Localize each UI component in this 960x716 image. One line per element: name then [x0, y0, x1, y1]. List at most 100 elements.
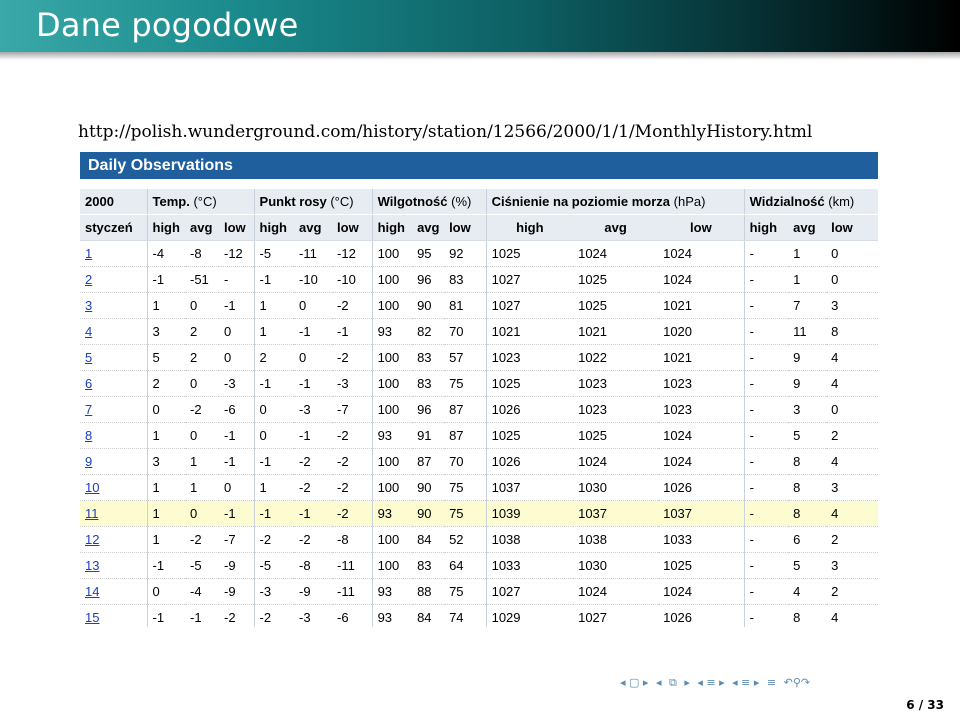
dewpoint-cell: -10 [332, 266, 373, 293]
temp-cell: -7 [219, 526, 255, 553]
day-link[interactable]: 7 [85, 402, 92, 417]
pressure-cell: 1025 [486, 370, 574, 397]
nav-align-icon[interactable]: ≡ [767, 676, 776, 689]
dewpoint-cell: -2 [294, 448, 333, 475]
temp-cell: 1 [147, 526, 185, 553]
pressure-cell: 1022 [573, 344, 659, 371]
humidity-cell: 96 [412, 266, 445, 293]
visibility-cell: - [744, 526, 789, 553]
humidity-cell: 93 [372, 422, 413, 449]
temp-cell: -1 [147, 604, 185, 627]
day-link[interactable]: 9 [85, 454, 92, 469]
table-row: 12 1 -2 -7 -2 -2 -8 100 84 52 1038 1038 1033-6 2 [80, 526, 878, 553]
temp-cell: -8 [185, 240, 219, 267]
pressure-cell: 1027 [486, 266, 574, 293]
sub-header-avg: avg [412, 214, 445, 241]
humidity-cell: 70 [444, 448, 487, 475]
nav-next-frame-icon[interactable]: ▸ [684, 676, 690, 689]
temp-cell: -2 [185, 526, 219, 553]
pressure-cell: 1039 [486, 500, 574, 527]
temp-cell: -9 [219, 552, 255, 579]
dewpoint-cell: -10 [294, 266, 333, 293]
table-row: 6 2 0 -3 -1 -1 -3 100 83 75 1025 1023 1023-9 4 [80, 370, 878, 397]
pressure-cell: 1024 [573, 240, 659, 267]
nav-prev-section-icon[interactable]: ◂ ≡ ▸ [732, 676, 759, 689]
humidity-cell: 87 [444, 422, 487, 449]
nav-prev-frame-icon[interactable]: ◂ [656, 676, 662, 689]
visibility-cell: - [744, 292, 789, 319]
humidity-cell: 75 [444, 370, 487, 397]
humidity-cell: 100 [372, 292, 413, 319]
day-link[interactable]: 3 [85, 298, 92, 313]
dewpoint-cell: 0 [254, 422, 295, 449]
visibility-cell: 8 [826, 318, 878, 345]
day-link[interactable]: 10 [85, 480, 99, 495]
dewpoint-cell: -3 [254, 578, 295, 605]
nav-first-icon[interactable]: ◂ ▢ ▸ [620, 676, 648, 689]
pressure-cell: 1037 [658, 500, 745, 527]
pressure-cell: 1024 [658, 266, 745, 293]
title-bar: Dane pogodowe [0, 0, 960, 52]
day-link[interactable]: 14 [85, 584, 99, 599]
humidity-cell: 100 [372, 370, 413, 397]
source-url: http://polish.wunderground.com/history/s… [78, 122, 813, 142]
dewpoint-cell: -1 [294, 318, 333, 345]
nav-search-icon[interactable]: ↶⚲↷ [784, 676, 811, 689]
dewpoint-cell: -7 [332, 396, 373, 423]
day-link[interactable]: 4 [85, 324, 92, 339]
day-link[interactable]: 2 [85, 272, 92, 287]
pressure-cell: 1037 [486, 474, 574, 501]
sub-header-row: styczeń high avg low high avg low high a… [80, 214, 878, 241]
temp-cell: 0 [147, 396, 185, 423]
visibility-cell: - [744, 604, 789, 627]
day-cell: 1 [80, 240, 148, 267]
visibility-cell: 4 [826, 448, 878, 475]
temp-cell: 3 [147, 318, 185, 345]
temp-cell: 0 [147, 578, 185, 605]
day-link[interactable]: 11 [85, 506, 99, 521]
nav-prev-subsection-icon[interactable]: ◂ ≡ ▸ [697, 676, 724, 689]
visibility-cell: 4 [826, 604, 878, 627]
temp-cell: -6 [219, 396, 255, 423]
humidity-cell: 88 [412, 578, 445, 605]
day-link[interactable]: 13 [85, 558, 99, 573]
day-cell: 10 [80, 474, 148, 501]
dewpoint-cell: -1 [254, 448, 295, 475]
temp-cell: -4 [147, 240, 185, 267]
pressure-cell: 1021 [658, 344, 745, 371]
temp-cell: -12 [219, 240, 255, 267]
humidity-cell: 100 [372, 552, 413, 579]
temp-cell: 2 [147, 370, 185, 397]
temp-cell: 0 [185, 500, 219, 527]
visibility-cell: 8 [788, 448, 827, 475]
dewpoint-cell: 0 [294, 344, 333, 371]
humidity-cell: 75 [444, 578, 487, 605]
visibility-cell: 6 [788, 526, 827, 553]
dewpoint-cell: -9 [294, 578, 333, 605]
pressure-cell: 1033 [658, 526, 745, 553]
day-link[interactable]: 8 [85, 428, 92, 443]
dewpoint-cell: -1 [254, 500, 295, 527]
pressure-cell: 1025 [658, 552, 745, 579]
sub-header-avg: avg [185, 214, 219, 241]
day-link[interactable]: 1 [85, 246, 92, 261]
day-link[interactable]: 5 [85, 350, 92, 365]
day-link[interactable]: 6 [85, 376, 92, 391]
observations-panel: Daily Observations 2000 Temp. (°C) Punkt… [80, 152, 878, 627]
humidity-cell: 52 [444, 526, 487, 553]
dewpoint-cell: 2 [254, 344, 295, 371]
temp-cell: -3 [219, 370, 255, 397]
pressure-cell: 1037 [573, 500, 659, 527]
sub-header-high: high [372, 214, 413, 241]
dewpoint-cell: -1 [294, 500, 333, 527]
visibility-cell: 4 [826, 344, 878, 371]
day-link[interactable]: 12 [85, 532, 99, 547]
temp-cell: 0 [219, 318, 255, 345]
nav-frame-icon[interactable]: ⧉ [669, 676, 677, 690]
pressure-cell: 1025 [573, 422, 659, 449]
day-cell: 13 [80, 552, 148, 579]
temp-cell: -4 [185, 578, 219, 605]
dewpoint-cell: -1 [294, 370, 333, 397]
day-link[interactable]: 15 [85, 610, 99, 625]
visibility-cell: 8 [788, 500, 827, 527]
